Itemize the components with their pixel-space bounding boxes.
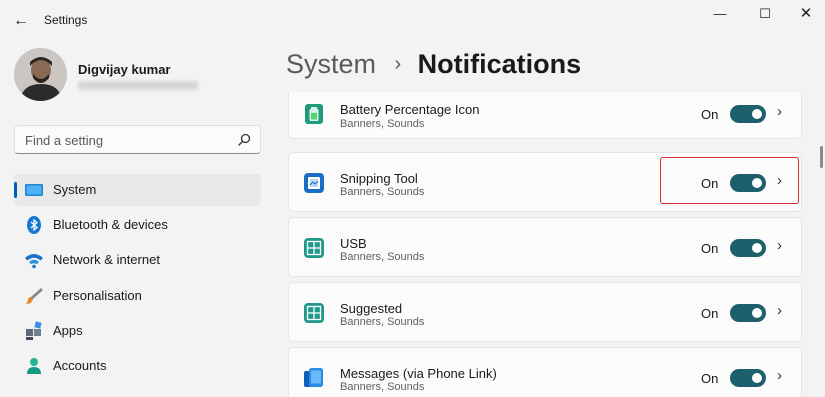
- sidebar-item-label: Personalisation: [53, 288, 142, 303]
- sidebar-item-bluetooth[interactable]: Bluetooth & devices: [14, 209, 261, 241]
- sidebar-item-apps[interactable]: Apps: [14, 315, 261, 347]
- user-email-redacted: [78, 81, 198, 90]
- search-placeholder: Find a setting: [25, 133, 104, 148]
- breadcrumb: System › Notifications: [286, 49, 581, 85]
- toggle-state-label: On: [701, 241, 719, 256]
- notification-toggle[interactable]: [730, 239, 766, 257]
- notification-toggle[interactable]: [730, 105, 766, 123]
- usb-app-icon: [304, 238, 324, 258]
- sidebar-item-system[interactable]: System: [14, 174, 261, 206]
- notification-type: Banners, Sounds: [340, 381, 425, 393]
- sidebar-item-label: Accounts: [53, 358, 107, 373]
- notification-app-name: USB: [340, 236, 367, 251]
- toggle-knob: [752, 243, 762, 253]
- person-icon: [27, 358, 41, 374]
- back-button[interactable]: ←: [10, 10, 32, 32]
- notification-row-usb[interactable]: USB Banners, Sounds On ›: [288, 217, 802, 277]
- battery-app-icon: [305, 104, 323, 124]
- close-button[interactable]: ✕: [783, 2, 825, 26]
- notification-type: Banners, Sounds: [340, 251, 425, 263]
- notification-row-battery[interactable]: Battery Percentage Icon Banners, Sounds …: [288, 92, 802, 139]
- notification-toggle[interactable]: [730, 304, 766, 322]
- sidebar-item-label: Network & internet: [53, 252, 160, 267]
- user-profile[interactable]: Digvijay kumar: [14, 48, 264, 108]
- sidebar-item-label: System: [53, 182, 97, 197]
- toggle-state-label: On: [701, 371, 719, 386]
- breadcrumb-parent-link[interactable]: System: [286, 49, 376, 79]
- chevron-right-icon: ›: [394, 53, 402, 75]
- chevron-right-icon[interactable]: ›: [777, 302, 782, 319]
- notification-app-name: Messages (via Phone Link): [340, 366, 497, 381]
- notification-toggle[interactable]: [730, 369, 766, 387]
- toggle-state-label: On: [701, 306, 719, 321]
- avatar: [14, 48, 67, 101]
- notification-type: Banners, Sounds: [340, 186, 425, 198]
- sidebar-item-accounts[interactable]: Accounts: [14, 350, 261, 382]
- sidebar-item-personalisation[interactable]: Personalisation: [14, 280, 261, 312]
- notification-type: Banners, Sounds: [340, 316, 425, 328]
- sidebar-item-network[interactable]: Network & internet: [14, 244, 261, 276]
- avatar-photo-icon: [14, 48, 67, 101]
- notification-app-name: Snipping Tool: [340, 171, 418, 186]
- snipping-tool-icon: [304, 173, 324, 193]
- bluetooth-icon: [27, 216, 41, 234]
- user-name: Digvijay kumar: [78, 62, 171, 77]
- system-display-icon: [25, 184, 43, 196]
- chevron-right-icon[interactable]: ›: [777, 237, 782, 254]
- suggested-app-icon: [304, 303, 324, 323]
- highlight-annotation-box: [660, 157, 799, 204]
- toggle-state-label: On: [701, 107, 719, 122]
- selection-indicator: [14, 182, 17, 198]
- maximize-button[interactable]: ☐: [742, 2, 788, 26]
- notification-type: Banners, Sounds: [340, 118, 425, 130]
- chevron-right-icon[interactable]: ›: [777, 103, 782, 120]
- wifi-icon: [25, 254, 43, 269]
- search-icon: [238, 133, 251, 146]
- toggle-knob: [752, 373, 762, 383]
- sidebar-item-label: Apps: [53, 323, 83, 338]
- scrollbar-thumb[interactable]: [820, 146, 823, 168]
- phone-link-icon: [304, 368, 323, 387]
- window-title: Settings: [44, 13, 88, 27]
- toggle-knob: [752, 109, 762, 119]
- apps-icon: [26, 321, 42, 340]
- notification-row-phone-link[interactable]: Messages (via Phone Link) Banners, Sound…: [288, 347, 802, 397]
- minimize-button[interactable]: —: [697, 2, 743, 26]
- brush-icon: [26, 288, 43, 304]
- notification-app-name: Battery Percentage Icon: [340, 102, 480, 117]
- toggle-knob: [752, 308, 762, 318]
- notification-app-name: Suggested: [340, 301, 403, 316]
- search-input[interactable]: Find a setting: [14, 125, 261, 154]
- notification-row-suggested[interactable]: Suggested Banners, Sounds On ›: [288, 282, 802, 342]
- title-bar: ← Settings — ☐ ✕: [0, 0, 825, 42]
- page-title: Notifications: [417, 49, 582, 79]
- chevron-right-icon[interactable]: ›: [777, 367, 782, 384]
- sidebar-item-label: Bluetooth & devices: [53, 217, 168, 232]
